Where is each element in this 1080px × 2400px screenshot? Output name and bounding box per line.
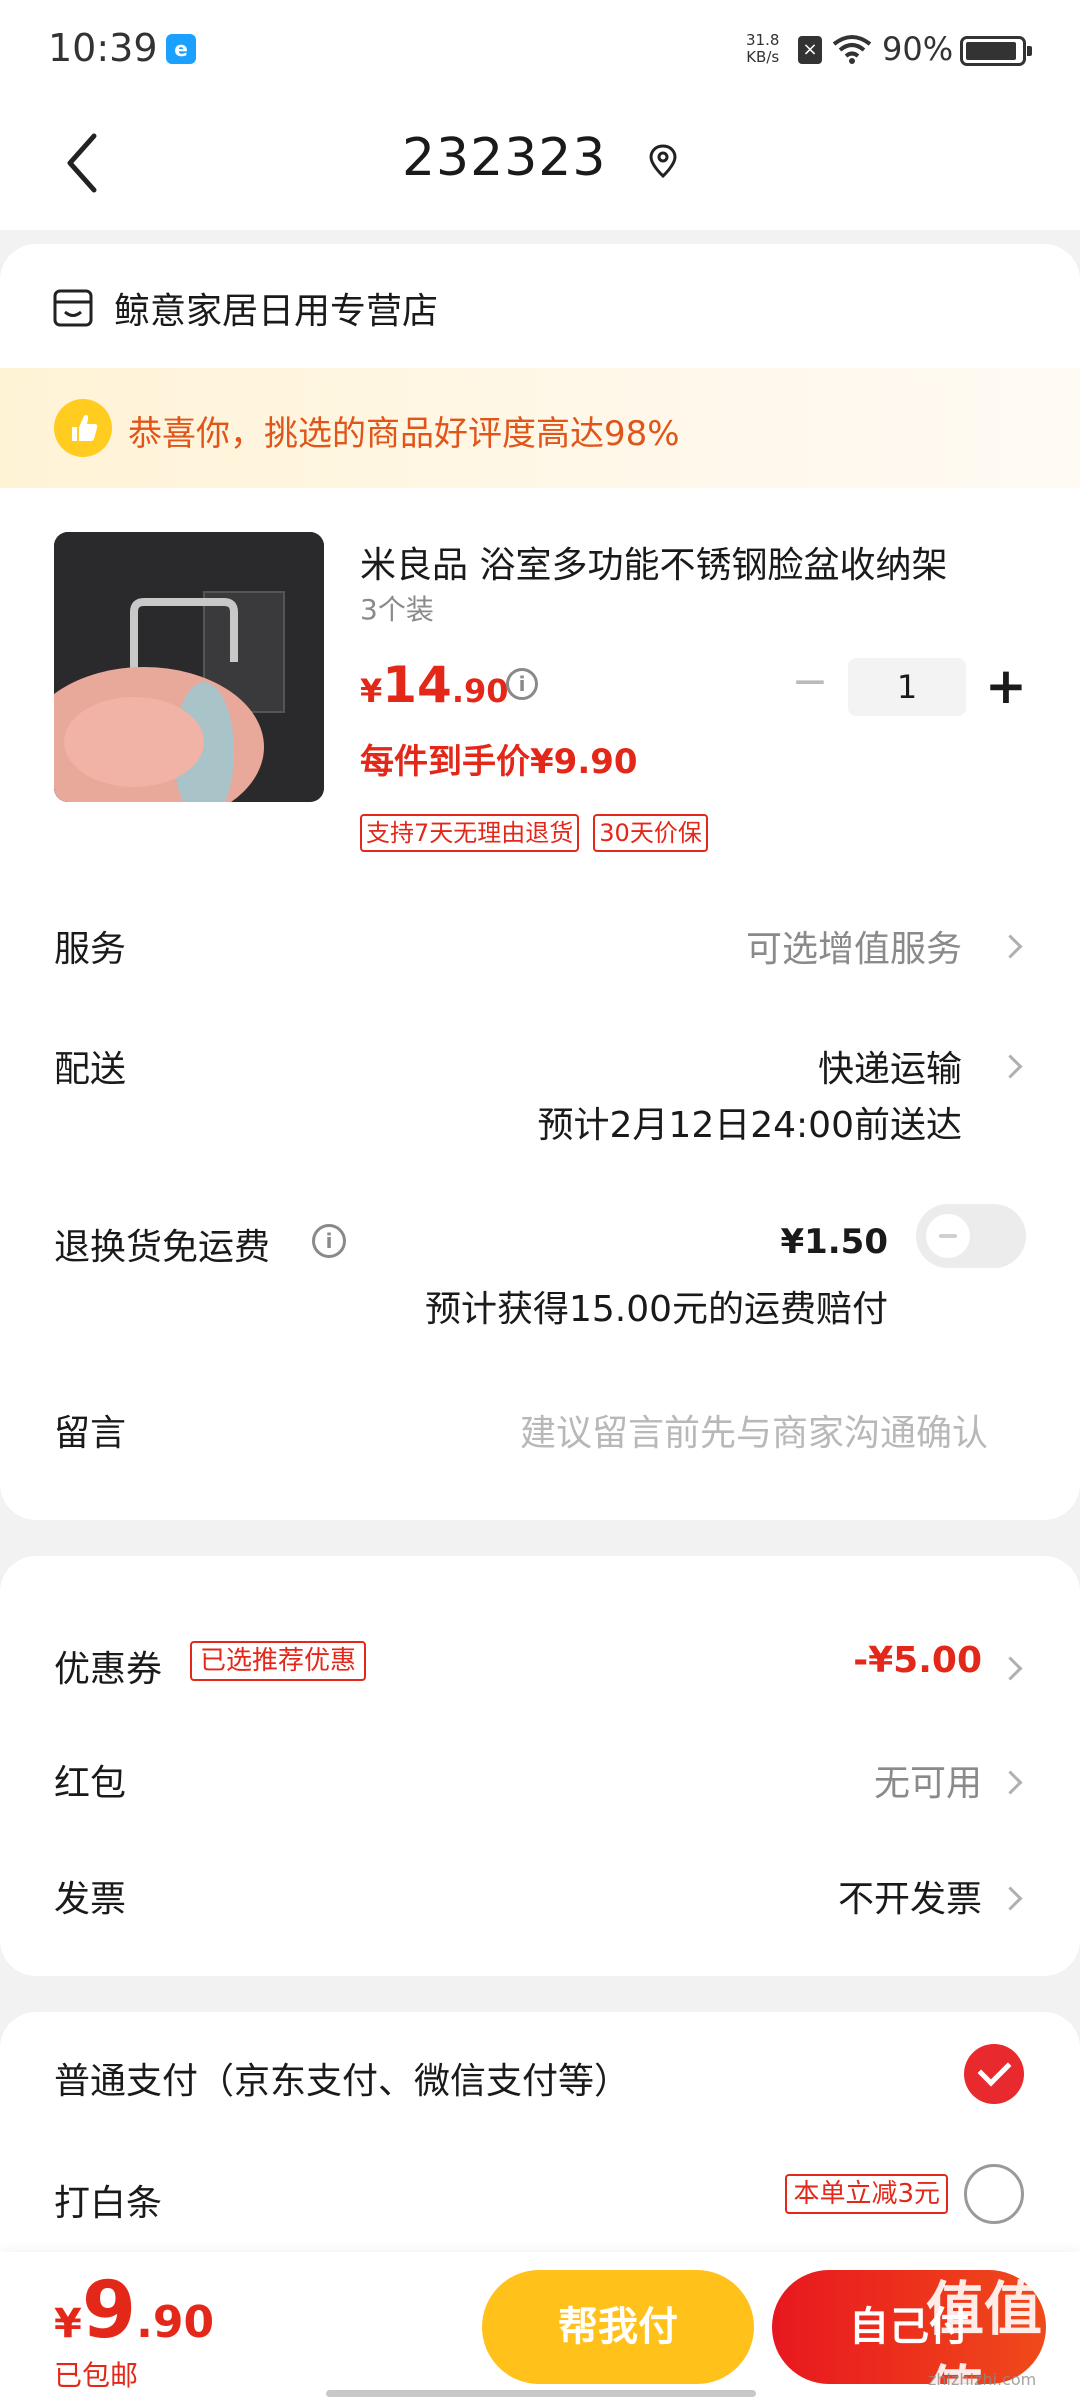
- return-shipping-price: ¥1.50: [780, 1222, 888, 1262]
- unit-final-price: 每件到手价¥9.90: [360, 742, 638, 782]
- product-price: ¥ 14 .90: [360, 656, 509, 714]
- invoice-value[interactable]: 不开发票: [838, 1870, 982, 1922]
- service-label: 服务: [54, 929, 127, 970]
- baitiao-label[interactable]: 打白条: [54, 2174, 162, 2226]
- price-integer: 14: [382, 656, 452, 714]
- page-title: 232323: [401, 128, 607, 188]
- message-input[interactable]: 建议留言前先与商家沟通确认: [520, 1404, 988, 1456]
- no-sim-icon: ×: [798, 36, 822, 64]
- location-pin-icon: [649, 144, 677, 178]
- service-chevron-icon[interactable]: [1002, 934, 1018, 964]
- return-policy-tag: 支持7天无理由退货: [360, 814, 580, 852]
- invoice-chevron-icon[interactable]: [1002, 1886, 1018, 1916]
- total-integer: 9: [81, 2266, 137, 2356]
- network-speed-value: 31.8: [746, 31, 780, 49]
- network-speed-unit: KB/s: [746, 48, 780, 66]
- quantity-decrease-button[interactable]: −: [790, 660, 830, 704]
- address-title[interactable]: 232323: [0, 128, 1080, 188]
- redpacket-label: 红包: [54, 1763, 127, 1804]
- delivery-value[interactable]: 快递运输: [818, 1040, 962, 1092]
- delivery-eta: 预计2月12日24:00前送达: [537, 1105, 962, 1146]
- free-shipping-label: 已包邮: [54, 2359, 139, 2392]
- total-decimal: .90: [136, 2297, 215, 2348]
- thumbs-up-icon: [54, 399, 112, 457]
- coupon-label: 优惠券: [54, 1649, 163, 1690]
- status-bar: 10:39 e 31.8 KB/s × 90%: [0, 0, 1080, 100]
- quantity-input[interactable]: 1: [848, 658, 966, 716]
- delivery-label: 配送: [54, 1049, 127, 1090]
- rating-banner-text: 恭喜你，挑选的商品好评度高达98%: [128, 414, 680, 454]
- normal-pay-label[interactable]: 普通支付（京东支付、微信支付等）: [54, 2052, 630, 2104]
- total-price: ¥ 9 .90: [54, 2266, 214, 2356]
- battery-percent: 90%: [882, 30, 954, 68]
- price-currency: ¥: [360, 672, 383, 710]
- return-shipping-info-icon[interactable]: i: [312, 1224, 346, 1258]
- return-shipping-note: 预计获得15.00元的运费赔付: [424, 1289, 888, 1330]
- page-header: 232323: [0, 100, 1080, 230]
- store-name: 鲸意家居日用专营店: [114, 291, 439, 332]
- baitiao-discount-tag: 本单立减3元: [785, 2174, 948, 2214]
- product-name[interactable]: 米良品 浴室多功能不锈钢脸盆收纳架: [360, 536, 1000, 588]
- price-info-icon[interactable]: i: [506, 668, 538, 700]
- price-decimal: .90: [451, 672, 509, 710]
- return-shipping-toggle[interactable]: [916, 1204, 1026, 1268]
- store-header[interactable]: 鲸意家居日用专营店: [52, 282, 438, 334]
- coupon-chevron-icon[interactable]: [1002, 1656, 1018, 1686]
- product-image[interactable]: [54, 532, 324, 802]
- delivery-chevron-icon[interactable]: [1002, 1054, 1018, 1084]
- watermark-site: zhizhizhi.com: [928, 2370, 1037, 2389]
- redpacket-value[interactable]: 无可用: [874, 1754, 982, 1806]
- order-item-card: 鲸意家居日用专营店 恭喜你，挑选的商品好评度高达98% 米良品 浴室多功能不锈钢…: [0, 244, 1080, 1520]
- message-label: 留言: [54, 1413, 127, 1454]
- app-notification-icon: e: [166, 34, 196, 64]
- product-spec[interactable]: 3个装: [360, 588, 434, 628]
- invoice-label: 发票: [54, 1879, 127, 1920]
- quantity-increase-button[interactable]: +: [984, 658, 1028, 716]
- return-shipping-label: 退换货免运费: [54, 1227, 271, 1268]
- coupon-recommended-tag: 已选推荐优惠: [190, 1641, 367, 1681]
- product-tags: 支持7天无理由退货 30天价保: [360, 814, 722, 852]
- total-currency: ¥: [54, 2301, 82, 2347]
- battery-icon: [960, 36, 1032, 66]
- redpacket-chevron-icon[interactable]: [1002, 1770, 1018, 1800]
- status-time: 10:39: [48, 26, 158, 70]
- price-protect-tag: 30天价保: [593, 814, 708, 852]
- rating-banner: 恭喜你，挑选的商品好评度高达98%: [0, 368, 1080, 488]
- home-indicator[interactable]: [326, 2390, 756, 2397]
- coupon-value[interactable]: -¥5.00: [853, 1640, 982, 1681]
- wifi-icon: [832, 35, 872, 64]
- normal-pay-radio-checked[interactable]: [964, 2044, 1024, 2104]
- checkout-bar: ¥ 9 .90 已包邮 帮我付 自己付: [0, 2252, 1080, 2400]
- help-me-pay-button[interactable]: 帮我付: [482, 2270, 754, 2384]
- network-speed: 31.8 KB/s: [746, 32, 779, 66]
- baitiao-radio[interactable]: [964, 2164, 1024, 2224]
- service-value[interactable]: 可选增值服务: [746, 920, 962, 972]
- store-icon: [53, 289, 93, 327]
- discount-card: 优惠券 已选推荐优惠 -¥5.00 红包 无可用 发票 不开发票: [0, 1556, 1080, 1976]
